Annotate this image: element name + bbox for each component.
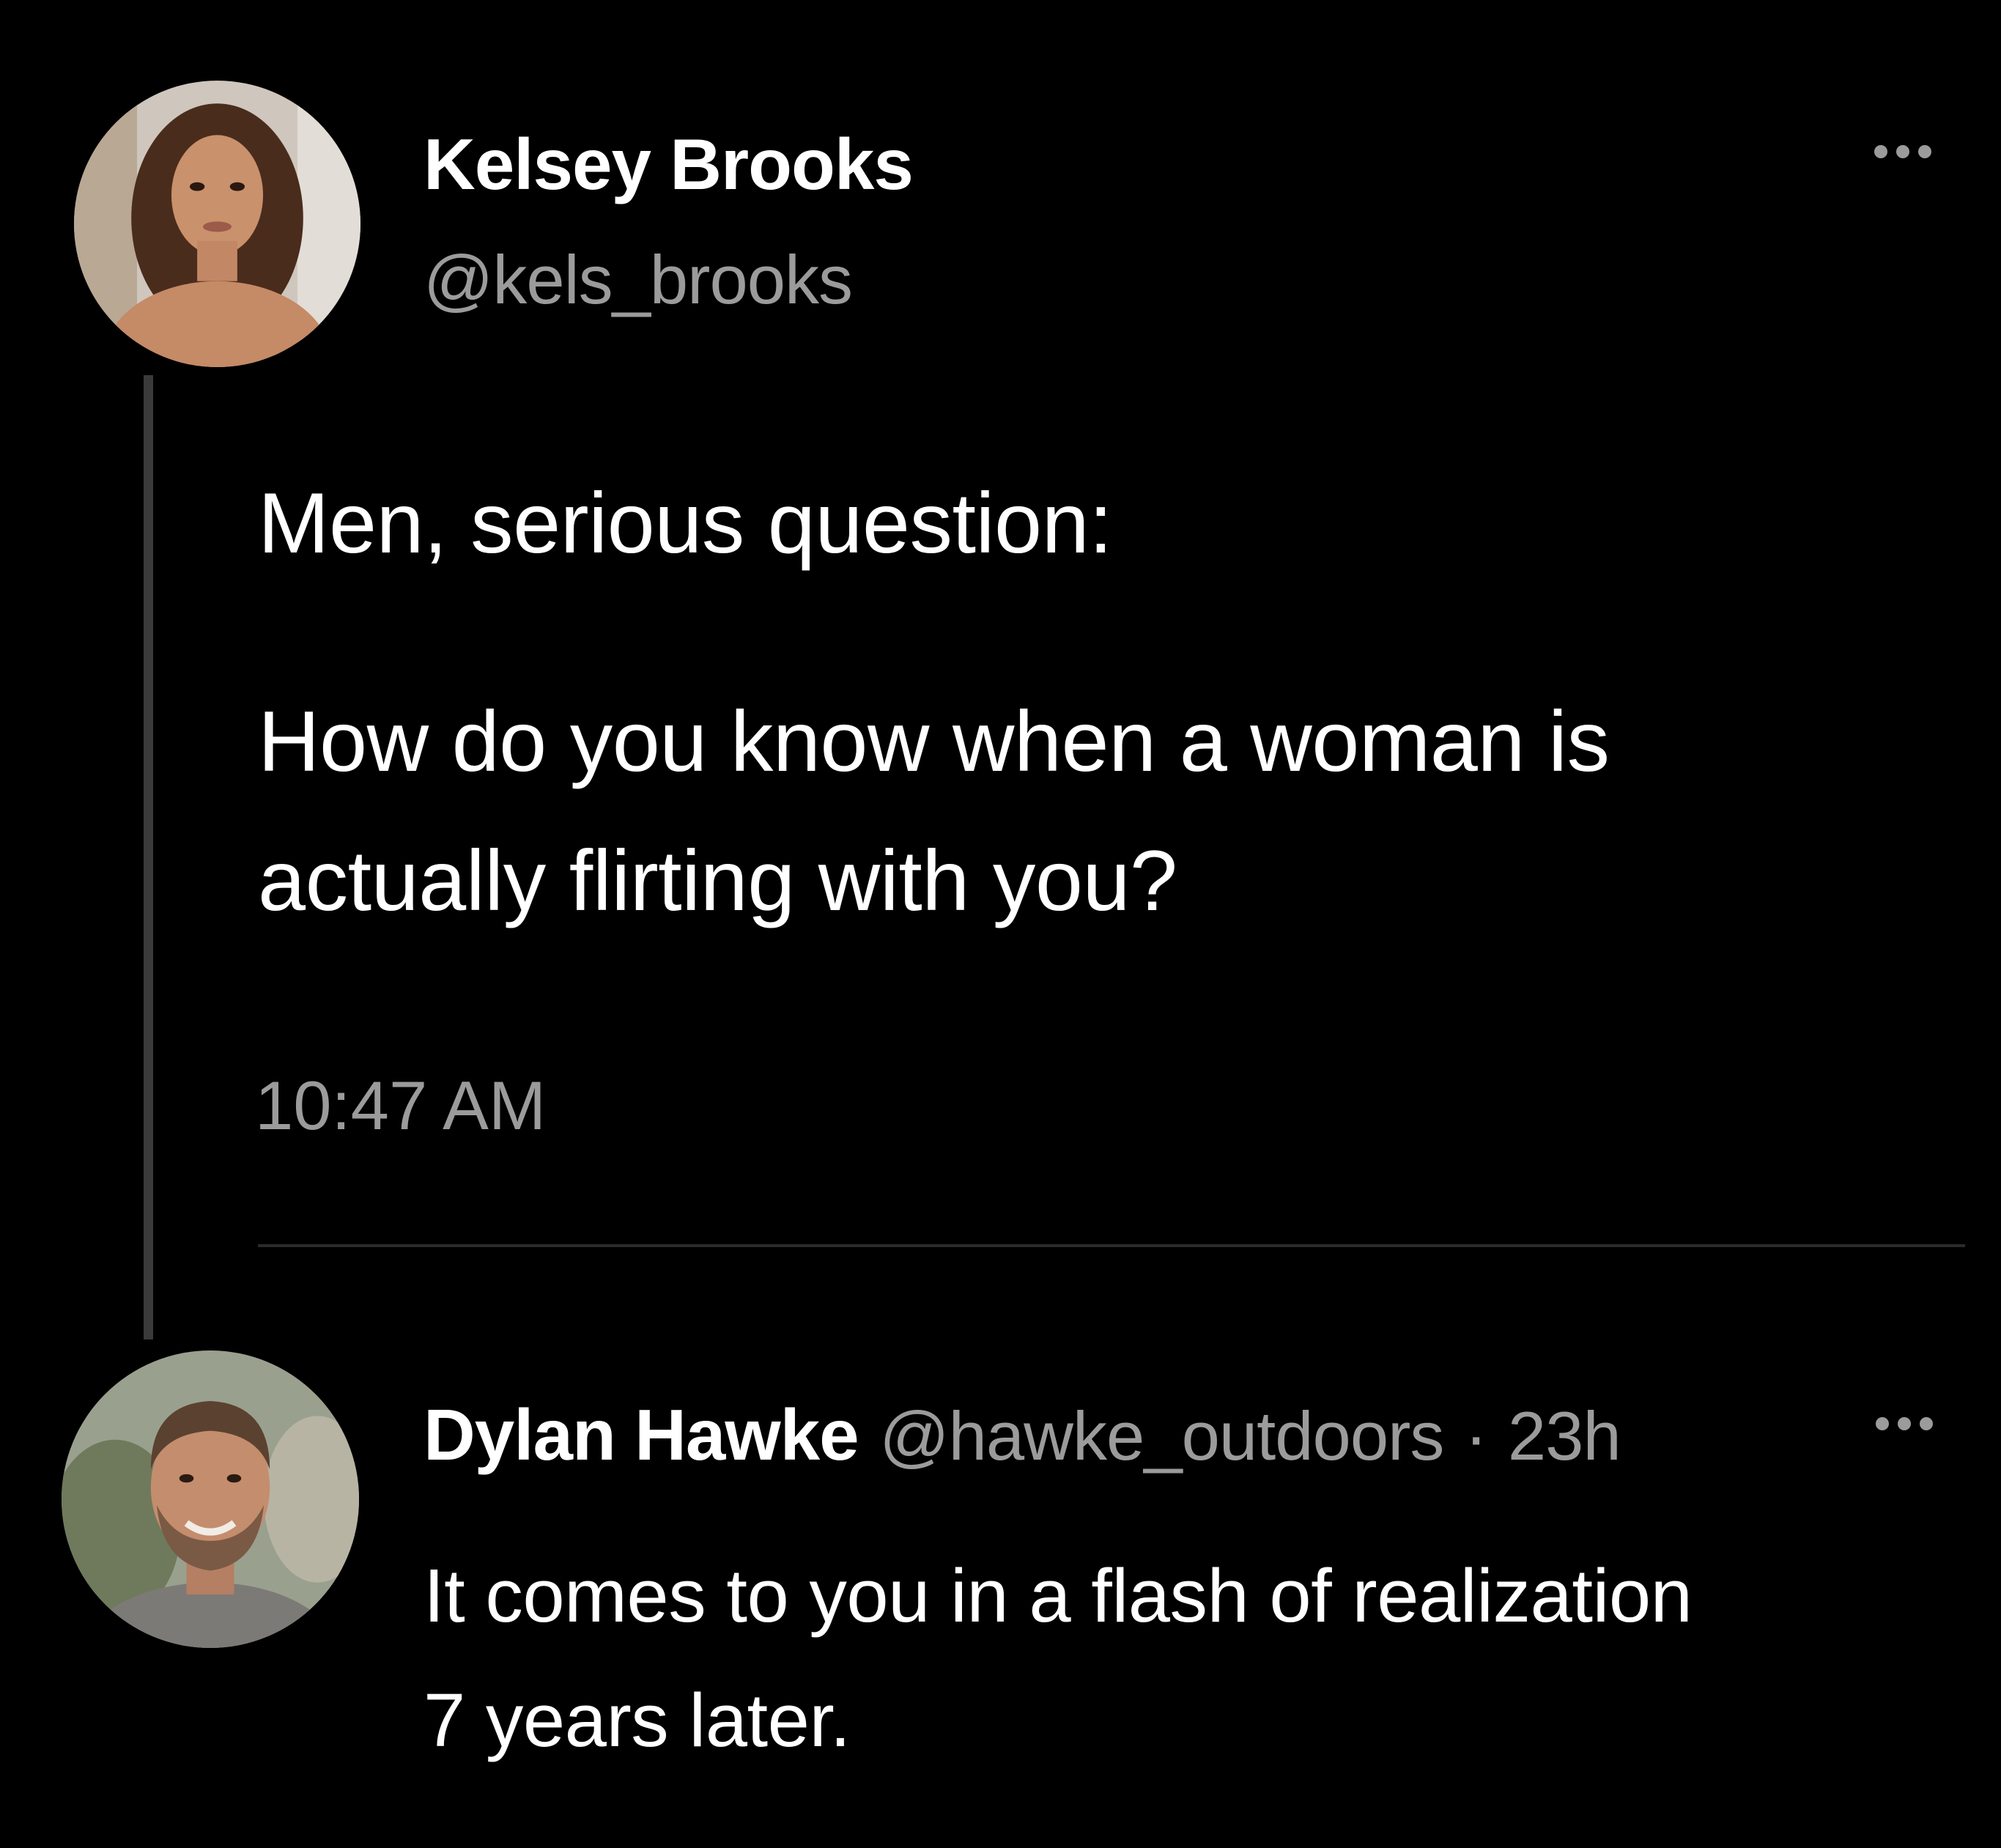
reply-age[interactable]: 23h xyxy=(1508,1397,1621,1474)
avatar-man-photo-icon xyxy=(62,1350,359,1648)
ellipsis-icon[interactable] xyxy=(1874,145,1931,158)
reply-text-line: It comes to you in a flash of realizatio… xyxy=(423,1553,1693,1638)
avatar-woman-photo-icon xyxy=(74,81,360,367)
thread-connector-line xyxy=(144,375,153,1339)
divider xyxy=(258,1244,1965,1247)
tweet-text-line: How do you know when a woman is xyxy=(258,693,1610,789)
ellipsis-icon[interactable] xyxy=(1876,1417,1933,1430)
dylan-avatar[interactable] xyxy=(62,1350,359,1648)
reply-author-name[interactable]: Dylan Hawke xyxy=(423,1394,859,1475)
tweet-timestamp[interactable]: 10:47 AM xyxy=(255,1066,546,1145)
ellipsis-dot xyxy=(1898,1417,1911,1430)
ellipsis-dot xyxy=(1920,1417,1933,1430)
ellipsis-dot xyxy=(1896,145,1909,158)
tweet-text-line: Men, serious question: xyxy=(258,475,1113,571)
reply-separator-dot: · xyxy=(1465,1397,1487,1474)
tweet-text-line: actually flirting with you? xyxy=(258,832,1177,928)
reply-separator: · xyxy=(1446,1397,1506,1474)
ellipsis-dot xyxy=(1918,145,1931,158)
reply-author-handle[interactable]: @hawke_outdoors xyxy=(861,1397,1444,1474)
tweet-author-name[interactable]: Kelsey Brooks xyxy=(423,123,914,206)
tweet-author-handle[interactable]: @kels_brooks xyxy=(423,240,853,319)
reply-text-line: 7 years later. xyxy=(423,1678,851,1762)
reply-author-handle-text: @hawke_outdoors xyxy=(879,1397,1444,1474)
ellipsis-dot xyxy=(1876,1417,1889,1430)
ellipsis-dot xyxy=(1874,145,1887,158)
reply-header: Dylan Hawke @hawke_outdoors · 23h xyxy=(423,1394,1621,1476)
kelsey-avatar[interactable] xyxy=(74,81,360,367)
